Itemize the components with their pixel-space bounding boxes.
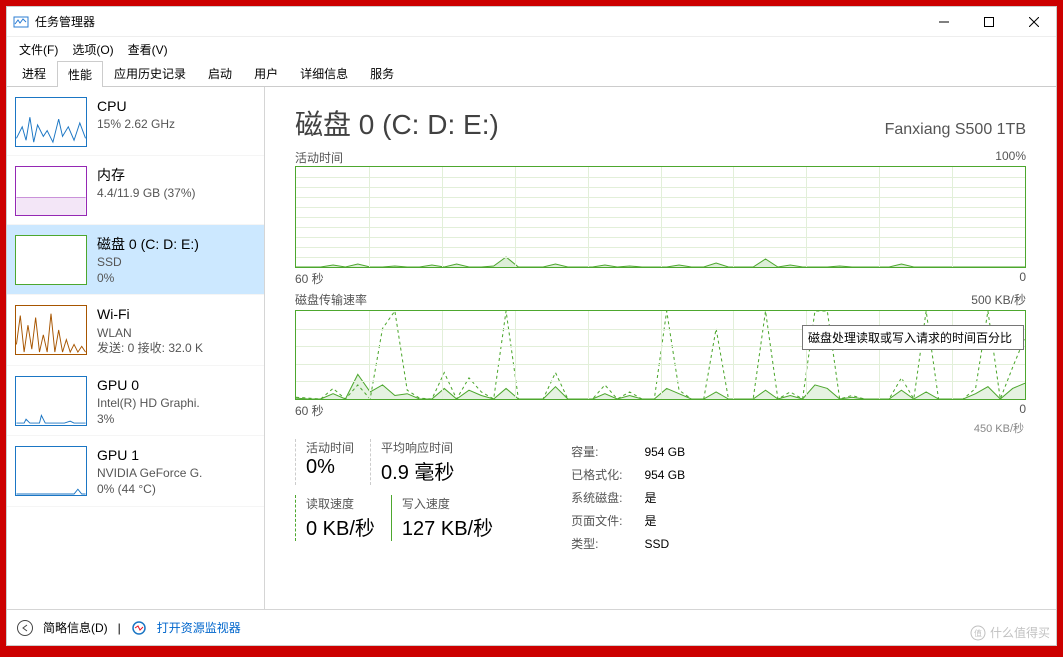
window-title: 任务管理器 [35,13,921,30]
chart1-xr: 0 [1019,270,1026,287]
resp-label: 平均响应时间 [381,439,454,456]
stats-area: 活动时间0% 平均响应时间0.9 毫秒 读取速度0 KB/秒 写入速度127 K… [295,439,1026,556]
tab-users[interactable]: 用户 [243,60,289,86]
capacity-l: 容量: [571,441,642,462]
read-label: 读取速度 [306,495,375,512]
minimize-button[interactable] [921,7,966,37]
wifi-line2: 发送: 0 接收: 32.0 K [97,341,203,357]
main-area: CPU 15% 2.62 GHz 内存 4.4/11.9 GB (37%) 磁盘 0… [7,87,1056,609]
tab-details[interactable]: 详细信息 [289,60,359,86]
disk-pct: 0% [97,271,199,287]
close-button[interactable] [1011,7,1056,37]
chart2-max: 500 KB/秒 [971,291,1026,308]
wifi-title: Wi-Fi [97,305,203,323]
read-value: 0 KB/秒 [306,512,375,541]
formatted-v: 954 GB [644,464,705,485]
tab-performance[interactable]: 性能 [57,61,103,87]
svg-text:值: 值 [974,628,982,638]
tab-processes[interactable]: 进程 [11,60,57,86]
mem-line: 4.4/11.9 GB (37%) [97,186,196,202]
capacity-v: 954 GB [644,441,705,462]
sidebar-item-gpu1[interactable]: GPU 1 NVIDIA GeForce G.0% (44 °C) [7,436,264,506]
menu-file[interactable]: 文件(F) [13,39,64,60]
window-controls [921,7,1056,37]
chart1-xl: 60 秒 [295,270,324,287]
open-resmon-link[interactable]: 打开资源监视器 [157,619,241,636]
sidebar-item-disk[interactable]: 磁盘 0 (C: D: E:) SSD0% [7,225,264,295]
watermark: 值 什么值得买 [970,624,1050,641]
footer: 简略信息(D) | 打开资源监视器 [7,609,1056,645]
chart1-label: 活动时间 [295,149,343,166]
collapse-icon[interactable] [17,620,33,636]
sidebar-item-wifi[interactable]: Wi-Fi WLAN发送: 0 接收: 32.0 K [7,295,264,365]
app-icon [13,14,29,30]
cpu-line: 15% 2.62 GHz [97,117,175,133]
sidebar-item-gpu0[interactable]: GPU 0 Intel(R) HD Graphi.3% [7,366,264,436]
cpu-thumb [15,97,87,147]
activity-chart [295,166,1026,268]
chart1-max: 100% [995,149,1026,166]
gpu1-line1: NVIDIA GeForce G. [97,466,202,482]
write-value: 127 KB/秒 [402,512,493,541]
sysdisk-v: 是 [644,487,705,508]
disk-title-side: 磁盘 0 (C: D: E:) [97,235,199,253]
menu-view[interactable]: 查看(V) [122,39,174,60]
less-details-link[interactable]: 简略信息(D) [43,619,108,636]
tooltip: 磁盘处理读取或写入请求的时间百分比 [802,325,1024,350]
titlebar: 任务管理器 [7,7,1056,37]
type-v: SSD [644,533,705,554]
tab-startup[interactable]: 启动 [197,60,243,86]
content-pane: 磁盘 0 (C: D: E:) Fanxiang S500 1TB 活动时间 1… [265,87,1056,609]
menu-options[interactable]: 选项(O) [66,39,119,60]
write-label: 写入速度 [402,495,493,512]
gpu1-line2: 0% (44 °C) [97,482,202,498]
menubar: 文件(F) 选项(O) 查看(V) [7,37,1056,61]
pagefile-l: 页面文件: [571,510,642,531]
pagefile-v: 是 [644,510,705,531]
gpu0-title: GPU 0 [97,376,200,394]
disk-title: 磁盘 0 (C: D: E:) [295,103,499,143]
gpu1-thumb [15,446,87,496]
sidebar-item-memory[interactable]: 内存 4.4/11.9 GB (37%) [7,156,264,225]
sidebar: CPU 15% 2.62 GHz 内存 4.4/11.9 GB (37%) 磁盘 0… [7,87,265,609]
chart2-label: 磁盘传输速率 [295,291,367,308]
gpu0-line1: Intel(R) HD Graphi. [97,396,200,412]
chart2-xl: 60 秒 [295,402,324,419]
transfer-chart [295,310,1026,400]
active-label: 活动时间 [306,439,354,456]
sysdisk-l: 系统磁盘: [571,487,642,508]
formatted-l: 已格式化: [571,464,642,485]
info-table: 容量:954 GB 已格式化:954 GB 系统磁盘:是 页面文件:是 类型:S… [569,439,707,556]
tabbar: 进程 性能 应用历史记录 启动 用户 详细信息 服务 [7,61,1056,87]
disk-model: Fanxiang S500 1TB [885,121,1026,139]
mem-thumb [15,166,87,216]
gpu0-thumb [15,376,87,426]
resp-value: 0.9 毫秒 [381,456,454,485]
gpu1-title: GPU 1 [97,446,202,464]
task-manager-window: 任务管理器 文件(F) 选项(O) 查看(V) 进程 性能 应用历史记录 启动 … [6,6,1057,646]
gpu0-line2: 3% [97,412,200,428]
type-l: 类型: [571,533,642,554]
wifi-thumb [15,305,87,355]
chart2-xr: 0 [1019,402,1026,419]
resmon-icon [131,620,147,636]
active-value: 0% [306,456,354,479]
maximize-button[interactable] [966,7,1011,37]
wifi-line1: WLAN [97,326,203,342]
chart2-limit: 450 KB/秒 [974,420,1024,436]
disk-type: SSD [97,255,199,271]
separator: | [118,621,121,635]
tab-services[interactable]: 服务 [359,60,405,86]
tab-app-history[interactable]: 应用历史记录 [103,60,197,86]
mem-title: 内存 [97,166,196,184]
disk-thumb [15,235,87,285]
cpu-title: CPU [97,97,175,115]
sidebar-item-cpu[interactable]: CPU 15% 2.62 GHz [7,87,264,156]
